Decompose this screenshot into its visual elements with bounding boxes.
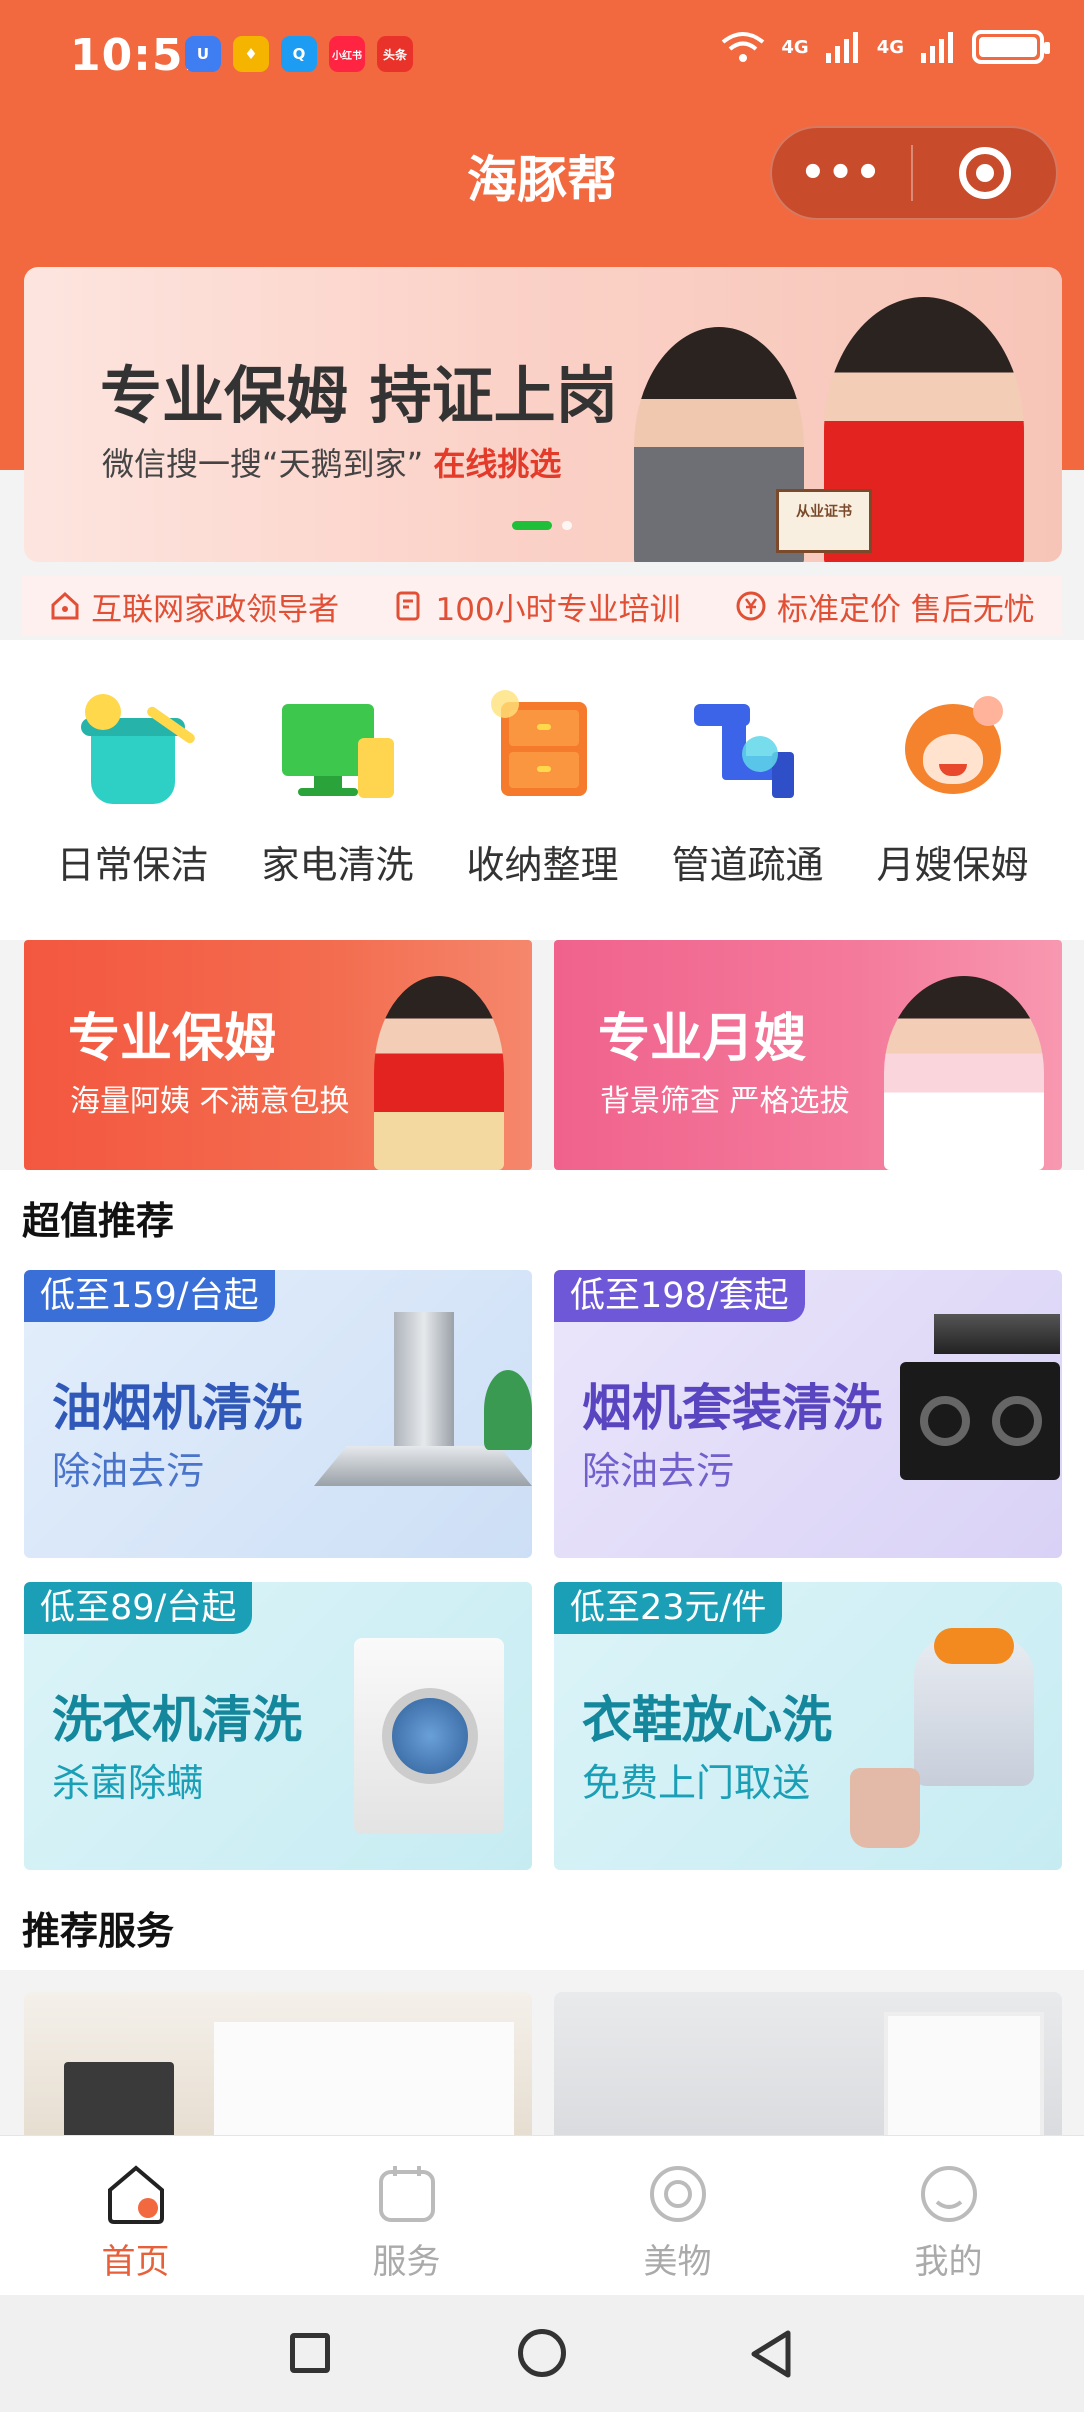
promo-maternity[interactable]: 专业月嫂 背景筛查 严格选拔: [554, 940, 1062, 1170]
wifi-icon: [722, 32, 765, 62]
target-icon: [958, 147, 1011, 199]
deal-title: 油烟机清洗: [52, 1379, 302, 1437]
category-maternity-nanny[interactable]: 月嫂保姆: [850, 690, 1055, 889]
category-appliance-cleaning[interactable]: 家电清洗: [235, 690, 440, 889]
status-right: 4G 4G: [721, 30, 1050, 64]
app-notification-icon: ♦: [233, 36, 269, 72]
app-notification-icon: 小红书: [329, 36, 365, 72]
battery-icon: [972, 30, 1050, 64]
feature-item: 互联网家政领导者: [49, 584, 339, 629]
app-notification-icon: U: [185, 36, 221, 72]
section-title: 超值推荐: [22, 1199, 175, 1243]
deal-subtitle: 杀菌除螨: [52, 1761, 205, 1805]
deal-subtitle: 免费上门取送: [582, 1761, 811, 1805]
deal-card[interactable]: 低至23元/件 衣鞋放心洗 免费上门取送: [554, 1582, 1062, 1870]
deal-subtitle: 除油去污: [582, 1449, 735, 1493]
category-cleaning[interactable]: 日常保洁: [30, 690, 235, 889]
profile-icon: [920, 2166, 977, 2222]
goods-icon: [649, 2166, 706, 2222]
deal-card[interactable]: 低至198/套起 烟机套装清洗 除油去污: [554, 1270, 1062, 1558]
carousel-dots: [512, 521, 572, 530]
range-hood-image: [934, 1314, 1060, 1354]
monitor-icon: [278, 690, 398, 810]
feature-item: 100小时专业培训: [393, 584, 681, 629]
hero-banner[interactable]: 专业保姆 持证上岗 微信搜一搜“天鹅到家” 在线挑选 从业证书: [24, 267, 1062, 562]
feature-item: 标准定价 售后无忧: [735, 584, 1035, 629]
status-app-icons: U ♦ Q 小红书 头条: [185, 36, 413, 72]
more-button[interactable]: •••: [772, 143, 911, 203]
home-icon: [51, 591, 79, 620]
price-tag: 低至23元/件: [554, 1582, 783, 1634]
document-icon: [396, 591, 420, 621]
signal-icon: [825, 32, 858, 63]
carousel-dot-active: [512, 521, 552, 530]
category-grid: 日常保洁 家电清洗 收纳整理 管道疏通 月嫂保姆: [0, 640, 1084, 940]
banner-subtitle: 微信搜一搜“天鹅到家” 在线挑选: [102, 445, 562, 483]
deal-title: 洗衣机清洗: [52, 1691, 302, 1749]
price-tag: 低至89/台起: [24, 1582, 253, 1634]
section-title: 推荐服务: [22, 1909, 175, 1953]
banner-title: 专业保姆 持证上岗: [100, 359, 618, 432]
category-pipe-unclogging[interactable]: 管道疏通: [645, 690, 850, 889]
tab-profile[interactable]: 我的: [813, 2136, 1084, 2295]
price-tag: 低至198/套起: [554, 1270, 805, 1322]
home-button[interactable]: [518, 2329, 566, 2377]
back-button[interactable]: [748, 2329, 794, 2379]
deal-title: 烟机套装清洗: [582, 1379, 882, 1437]
category-organizing[interactable]: 收纳整理: [440, 690, 645, 889]
app-notification-icon: Q: [281, 36, 317, 72]
status-bar: 10:52 U ♦ Q 小红书 头条 4G 4G: [0, 0, 1084, 115]
nanny-icon: [893, 690, 1013, 810]
tab-services[interactable]: 服务: [271, 2136, 542, 2295]
deal-title: 衣鞋放心洗: [582, 1691, 832, 1749]
price-tag: 低至159/台起: [24, 1270, 275, 1322]
app-notification-icon: 头条: [377, 36, 413, 72]
home-icon: [107, 2165, 164, 2224]
signal-icon: [921, 32, 953, 63]
promo-person-image: [884, 976, 1044, 1170]
network-type: 4G: [876, 36, 904, 58]
promo-person-image: [374, 976, 504, 1170]
system-navigation-bar: [0, 2295, 1084, 2412]
carousel-dot: [562, 521, 572, 530]
banner-highlight: 在线挑选: [433, 445, 562, 483]
deals-section: 超值推荐 低至159/台起 油烟机清洗 除油去污 低至198/套起 烟机套装清洗…: [0, 1170, 1084, 1970]
boots-image: [850, 1768, 920, 1848]
service-card-image[interactable]: [554, 1992, 1062, 2142]
service-card-image[interactable]: [24, 1992, 532, 2142]
bottom-tab-bar: 首页 服务 美物 我的: [0, 2135, 1084, 2295]
certificate-image: 从业证书: [776, 489, 872, 553]
deal-card[interactable]: 低至89/台起 洗衣机清洗 杀菌除螨: [24, 1582, 532, 1870]
range-hood-image: [394, 1312, 454, 1452]
tab-goods[interactable]: 美物: [542, 2136, 813, 2295]
range-hood-image: [314, 1446, 532, 1486]
deal-subtitle: 除油去污: [52, 1449, 205, 1493]
network-type: 4G: [781, 36, 809, 58]
cabinet-icon: [483, 690, 603, 810]
bucket-icon: [73, 690, 197, 810]
pipe-icon: [688, 690, 808, 810]
close-miniprogram-button[interactable]: [913, 147, 1056, 199]
promo-nanny[interactable]: 专业保姆 海量阿姨 不满意包换: [24, 940, 532, 1170]
deal-card[interactable]: 低至159/台起 油烟机清洗 除油去污: [24, 1270, 532, 1558]
tab-home[interactable]: 首页: [0, 2136, 271, 2295]
recents-button[interactable]: [290, 2333, 330, 2373]
miniprogram-capsule: •••: [770, 126, 1058, 220]
feature-strip: 互联网家政领导者 100小时专业培训 标准定价 售后无忧: [22, 576, 1062, 636]
yen-icon: [736, 591, 766, 621]
calendar-icon: [378, 2166, 435, 2222]
